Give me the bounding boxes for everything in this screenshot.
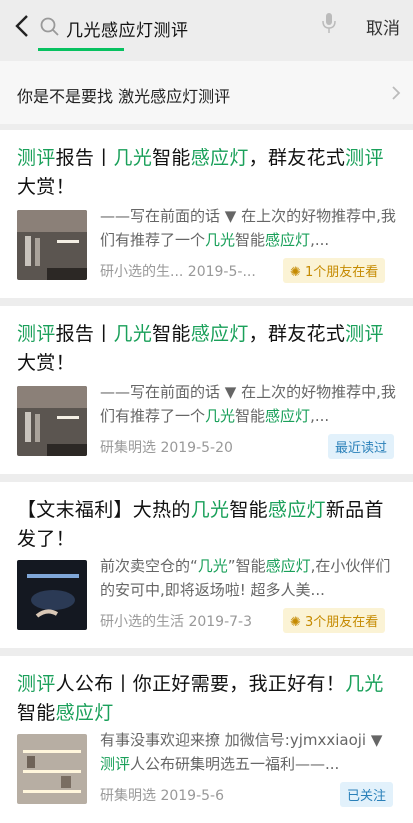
result-snippet: 前次卖空仓的“几光”智能感应灯,在小伙伴们的安可中,即将返场啦! 超多人美...	[100, 554, 398, 602]
keyword-highlight: 感应灯	[190, 323, 249, 345]
friends-reading-badge: ✺ 3个朋友在看	[283, 608, 386, 633]
badge-icon: ✺	[290, 265, 306, 280]
result-source: 研小选的生活 2019-7-3	[100, 614, 252, 630]
result-source: 研小选的生... 2019-5-...	[100, 264, 256, 280]
keyword-highlight: 感应灯	[265, 231, 311, 249]
search-input[interactable]: 几光感应灯测评	[38, 7, 348, 45]
keyword-highlight: 感应灯	[55, 702, 114, 724]
result-card[interactable]: 测评报告丨几光智能感应灯，群友花式测评大赏！ ——写在前面的话 ▼ 在上次的好物…	[0, 130, 413, 298]
result-card[interactable]: 【文末福利】大热的几光智能感应灯新品首发了！ 前次卖空仓的“几光”智能感应灯,在…	[0, 482, 413, 648]
text-segment: 报告丨	[55, 147, 114, 169]
keyword-highlight: 感应灯	[267, 499, 326, 521]
keyword-highlight: 测评	[17, 147, 56, 169]
keyword-highlight: 测评	[345, 323, 384, 345]
text-segment: ，群友花式	[248, 147, 346, 169]
result-title[interactable]: 测评报告丨几光智能感应灯，群友花式测评大赏！	[17, 144, 397, 202]
text-segment: 智能	[17, 702, 56, 724]
friends-reading-badge: ✺ 1个朋友在看	[283, 258, 386, 283]
result-card[interactable]: 测评报告丨几光智能感应灯，群友花式测评大赏！ ——写在前面的话 ▼ 在上次的好物…	[0, 306, 413, 474]
search-underline	[38, 48, 124, 51]
suggestion-text: 你是不是要找 激光感应灯测评	[17, 87, 231, 106]
keyword-highlight: 几光	[197, 557, 228, 575]
recently-read-badge: 最近读过	[328, 434, 395, 459]
text-segment: 大赏！	[17, 176, 75, 198]
result-title[interactable]: 测评人公布丨你正好需要，我正好有！几光智能感应灯	[17, 670, 397, 728]
suggestion-row[interactable]: 你是不是要找 激光感应灯测评	[0, 61, 413, 124]
result-title[interactable]: 【文末福利】大热的几光智能感应灯新品首发了！	[17, 496, 397, 554]
result-snippet: ——写在前面的话 ▼ 在上次的好物推荐中,我们有推荐了一个几光智能感应灯,...	[100, 204, 398, 252]
text-segment: 人公布研集明选五一福利——...	[130, 755, 340, 773]
text-segment: 【文末福利】大热的	[17, 499, 191, 521]
chevron-right-icon	[392, 86, 401, 100]
result-card[interactable]: 测评人公布丨你正好需要，我正好有！几光智能感应灯 有事没事欢迎来撩 加微信号:y…	[0, 656, 413, 823]
result-source: 研集明选 2019-5-20	[100, 440, 233, 456]
microphone-icon[interactable]	[322, 12, 336, 34]
back-arrow-icon[interactable]	[12, 13, 34, 39]
text-segment: 报告丨	[55, 323, 114, 345]
keyword-highlight: 几光	[113, 147, 153, 169]
text-segment: 智能	[152, 147, 191, 169]
text-segment: 智能	[235, 231, 266, 249]
following-badge: 已关注	[340, 782, 394, 807]
keyword-highlight: 几光	[113, 323, 153, 345]
result-snippet: 有事没事欢迎来撩 加微信号:yjmxxiaoji ▼ 测评人公布研集明选五一福利…	[100, 728, 398, 776]
text-segment: 前次卖空仓的“	[100, 557, 198, 575]
text-segment: ,...	[310, 231, 330, 249]
text-segment: 大赏！	[17, 352, 75, 374]
search-query: 几光感应灯测评	[66, 21, 189, 41]
keyword-highlight: 测评	[17, 323, 56, 345]
search-bar: 几光感应灯测评 取消	[0, 0, 413, 52]
text-segment: 智能	[152, 323, 191, 345]
keyword-highlight: 几光	[205, 231, 236, 249]
cancel-button[interactable]: 取消	[366, 14, 400, 39]
keyword-highlight: 测评	[100, 755, 131, 773]
result-title[interactable]: 测评报告丨几光智能感应灯，群友花式测评大赏！	[17, 320, 397, 378]
keyword-highlight: 几光	[190, 499, 230, 521]
text-segment: 有事没事欢迎来撩 加微信号:yjmxxiaoji ▼	[100, 731, 383, 749]
result-thumbnail	[17, 734, 87, 804]
result-source: 研集明选 2019-5-6	[100, 788, 224, 804]
result-thumbnail	[17, 560, 87, 630]
search-icon	[40, 17, 59, 36]
keyword-highlight: 几光	[345, 673, 384, 695]
result-snippet: ——写在前面的话 ▼ 在上次的好物推荐中,我们有推荐了一个几光智能感应灯,...	[100, 380, 398, 428]
text-segment: 人公布丨你正好需要，我正好有！	[55, 673, 346, 695]
text-segment: 智能	[235, 407, 266, 425]
text-segment: 智能	[229, 499, 268, 521]
text-segment: ”智能	[227, 557, 266, 575]
keyword-highlight: 测评	[345, 147, 384, 169]
text-segment: ，群友花式	[248, 323, 346, 345]
keyword-highlight: 几光	[205, 407, 236, 425]
keyword-highlight: 测评	[17, 673, 56, 695]
result-thumbnail	[17, 386, 87, 456]
keyword-highlight: 感应灯	[190, 147, 249, 169]
text-segment: ,...	[310, 407, 330, 425]
badge-icon: ✺	[290, 615, 306, 630]
keyword-highlight: 感应灯	[265, 557, 311, 575]
keyword-highlight: 感应灯	[265, 407, 311, 425]
result-thumbnail	[17, 210, 87, 280]
